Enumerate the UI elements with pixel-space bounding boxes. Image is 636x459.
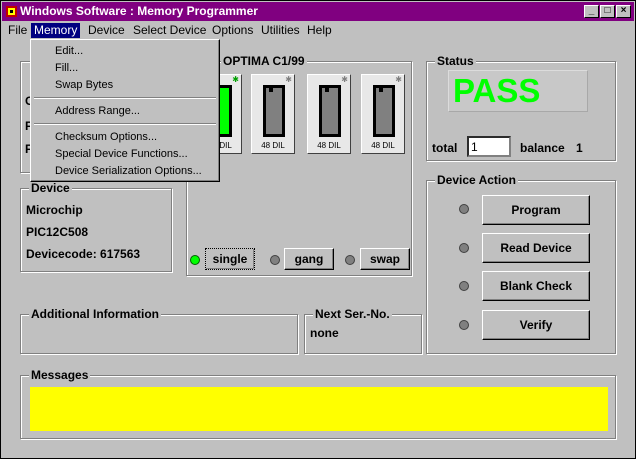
messages-group: Messages [20,367,616,439]
close-button[interactable]: × [616,5,631,18]
device-part: PIC12C508 [26,225,89,239]
menu-select-device[interactable]: Select Device [130,23,209,38]
menu-bar: File Memory Device Select Device Options… [2,21,634,39]
device-code: Devicecode: 617563 [26,247,141,261]
verify-led-icon [459,320,469,330]
socket-4-label: 48 DIL [371,141,395,150]
status-legend: Status [435,53,476,69]
next-serial-legend: Next Ser.-No. [313,306,392,322]
menu-item-edit[interactable]: Edit... [55,44,83,58]
single-button[interactable]: single [205,248,255,270]
status-display: PASS [448,70,588,112]
swap-button[interactable]: swap [360,248,410,270]
additional-info-group: Additional Information [20,306,298,354]
read-device-led-icon [459,243,469,253]
chip-icon [373,85,395,137]
menu-item-special-device-functions[interactable]: Special Device Functions... [55,147,188,161]
next-serial-group: Next Ser.-No. none [304,306,422,354]
balance-label: balance [520,141,565,155]
socket-3-label: 48 DIL [317,141,341,150]
menu-options[interactable]: Options [209,23,256,38]
menu-memory[interactable]: Memory [31,23,81,38]
menu-utilities[interactable]: Utilities [258,23,303,38]
menu-item-address-range[interactable]: Address Range... [55,104,140,118]
menu-item-fill[interactable]: Fill... [55,61,78,75]
minimize-button[interactable]: _ [584,5,599,18]
menu-item-checksum-options[interactable]: Checksum Options... [55,130,157,144]
socket-4-led-icon: ✱ [395,75,402,84]
program-led-icon [459,204,469,214]
window-title: Windows Software : Memory Programmer [20,4,258,18]
balance-value: 1 [576,141,583,155]
app-icon [6,6,17,17]
status-result: PASS [453,72,541,109]
device-action-legend: Device Action [435,172,518,188]
menu-item-swap-bytes[interactable]: Swap Bytes [55,78,113,92]
blank-check-button[interactable]: Blank Check [482,271,590,301]
additional-info-legend: Additional Information [29,306,161,322]
menu-item-device-serialization-options[interactable]: Device Serialization Options... [55,164,202,178]
socket-4[interactable]: ✱ 48 DIL [361,74,405,154]
single-led-icon [190,255,200,265]
programmer-title: OPTIMA C1/99 [221,53,307,69]
socket-1-led-icon: ✱ [232,75,239,84]
read-device-button[interactable]: Read Device [482,233,590,263]
menu-separator [34,123,216,125]
device-manufacturer: Microchip [26,203,83,217]
socket-3[interactable]: ✱ 48 DIL [307,74,351,154]
total-label: total [432,141,458,155]
status-group: Status PASS total balance 1 [426,53,616,161]
gang-button[interactable]: gang [284,248,334,270]
next-serial-value: none [310,326,339,340]
messages-area[interactable] [30,387,608,431]
program-button[interactable]: Program [482,195,590,225]
messages-legend: Messages [29,367,91,383]
menu-separator [34,97,216,99]
verify-button[interactable]: Verify [482,310,590,340]
maximize-button[interactable]: □ [600,5,615,18]
menu-file[interactable]: File [5,23,30,38]
title-bar[interactable]: Windows Software : Memory Programmer _ □… [2,2,634,21]
chip-icon [263,85,285,137]
socket-2-led-icon: ✱ [285,75,292,84]
app-window: Windows Software : Memory Programmer _ □… [0,0,636,459]
device-group: Device Microchip PIC12C508 Devicecode: 6… [20,180,172,272]
gang-led-icon [270,255,280,265]
blank-check-led-icon [459,281,469,291]
socket-2[interactable]: ✱ 48 DIL [251,74,295,154]
device-action-group: Device Action Program Read Device Blank … [426,172,616,354]
socket-2-label: 48 DIL [261,141,285,150]
total-input[interactable] [467,136,511,157]
socket-3-led-icon: ✱ [341,75,348,84]
device-legend: Device [29,180,72,196]
swap-led-icon [345,255,355,265]
chip-icon [319,85,341,137]
menu-help[interactable]: Help [304,23,335,38]
menu-device[interactable]: Device [85,23,128,38]
memory-dropdown: Edit... Fill... Swap Bytes Address Range… [30,39,220,182]
